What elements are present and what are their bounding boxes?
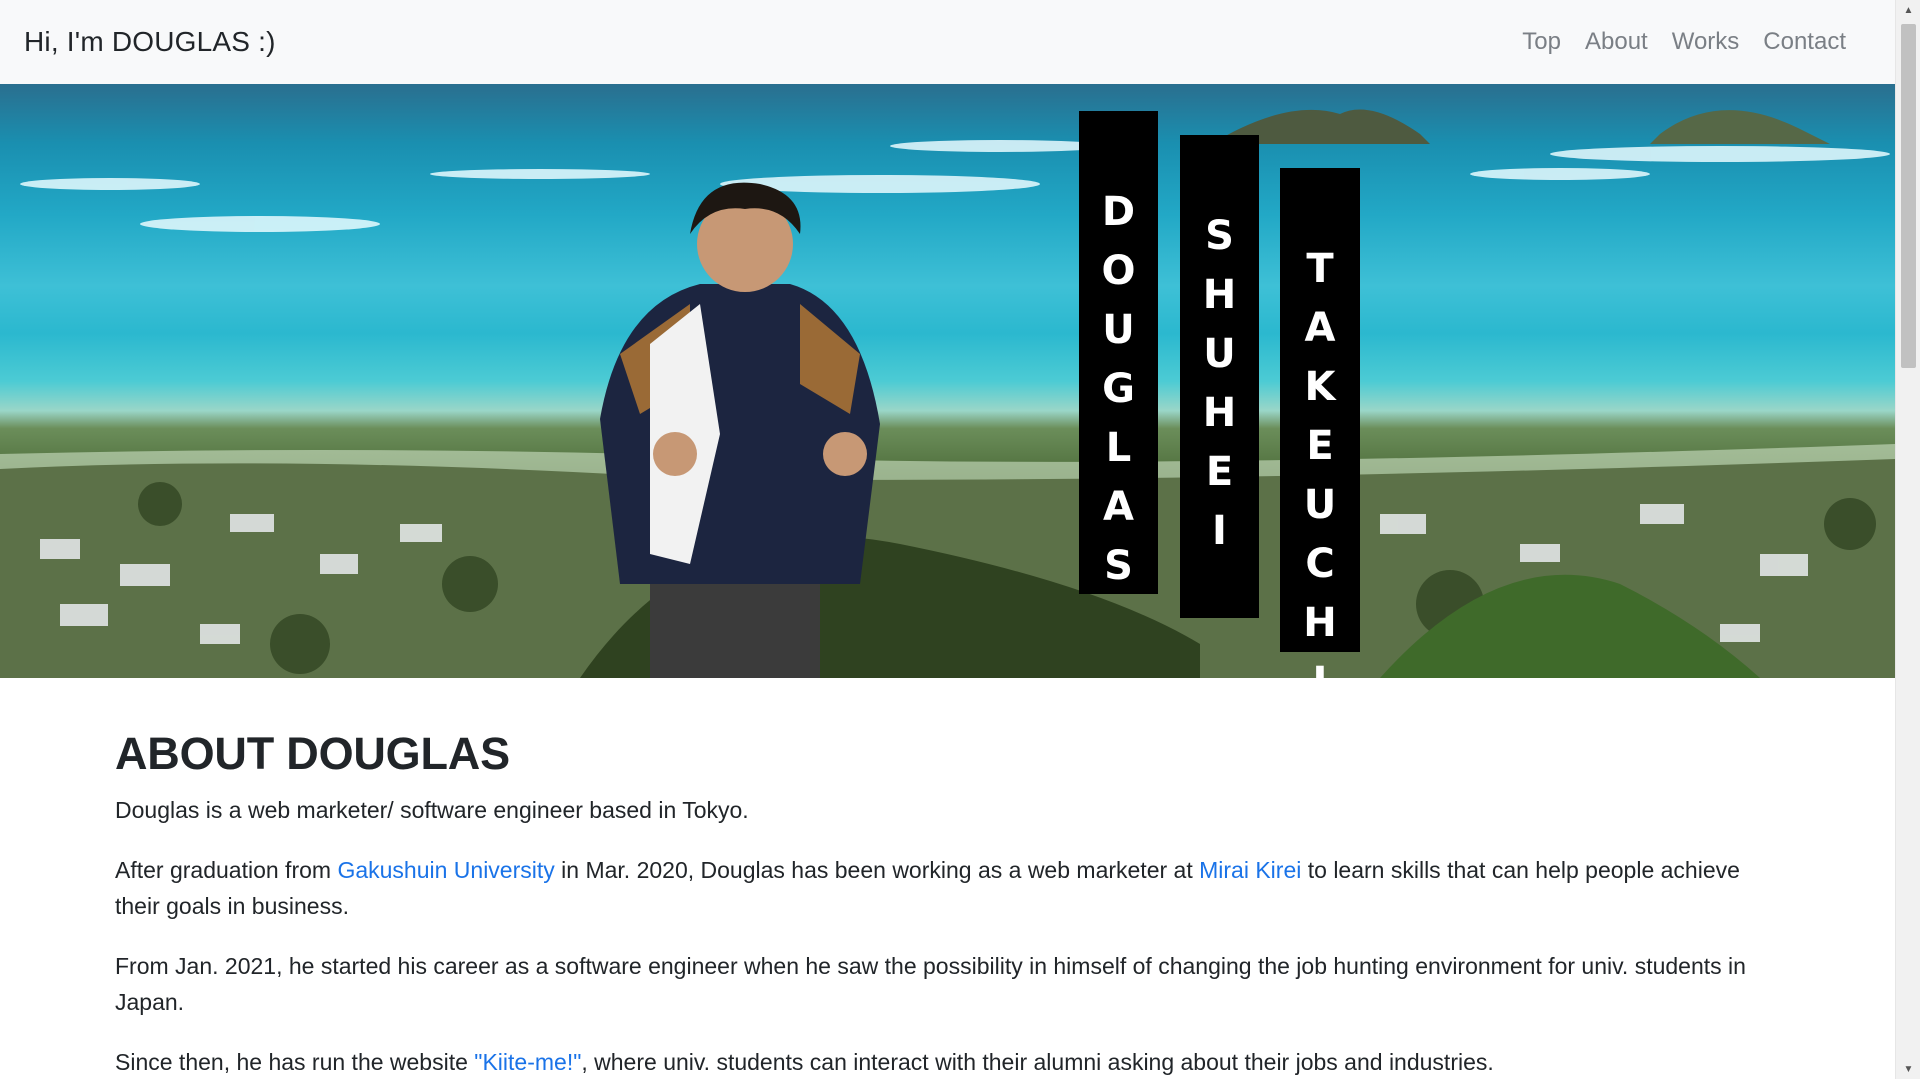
- name-letter: U: [1203, 331, 1236, 377]
- paragraph-text: in Mar. 2020, Douglas has been working a…: [554, 857, 1200, 883]
- paragraph-text: , where univ. students can interact with…: [581, 1049, 1494, 1075]
- name-letter: I: [1212, 508, 1227, 554]
- hero-photo: [0, 109, 1895, 678]
- name-bar-douglas: D O U G L A S: [1079, 111, 1158, 594]
- name-letter: O: [1101, 248, 1136, 294]
- nav-link-contact[interactable]: Contact: [1751, 28, 1858, 56]
- name-letter: H: [1202, 272, 1237, 318]
- name-letter: S: [1205, 213, 1234, 259]
- name-letter: A: [1103, 484, 1134, 530]
- name-letter: L: [1105, 425, 1132, 471]
- name-letter: E: [1205, 449, 1234, 495]
- name-bar-shuhei: S H U H E I: [1180, 135, 1259, 618]
- navbar: Hi, I'm DOUGLAS :) Top About Works Conta…: [0, 0, 1895, 84]
- name-letter: U: [1303, 482, 1337, 528]
- name-letter: S: [1104, 543, 1133, 589]
- nav-link-top[interactable]: Top: [1510, 28, 1573, 56]
- name-letter: U: [1102, 307, 1135, 353]
- about-paragraph-4: Since then, he has run the website "Kiit…: [115, 1044, 1755, 1079]
- scrollbar-thumb[interactable]: [1901, 24, 1916, 368]
- vertical-scrollbar[interactable]: ▲ ▼: [1895, 0, 1920, 1079]
- paragraph-text: After graduation from: [115, 857, 338, 883]
- name-letter: D: [1101, 189, 1136, 235]
- name-letter: H: [1202, 390, 1237, 436]
- gakushuin-university-link[interactable]: Gakushuin University: [337, 857, 554, 883]
- brand-link[interactable]: Hi, I'm DOUGLAS :): [24, 26, 276, 58]
- about-section: ABOUT DOUGLAS Douglas is a web marketer/…: [115, 678, 1755, 1079]
- name-bar-takeuchi: T A K E U C H I: [1280, 168, 1360, 678]
- name-letter: I: [1313, 653, 1328, 678]
- about-paragraph-3: From Jan. 2021, he started his career as…: [115, 953, 1746, 1015]
- scroll-down-icon[interactable]: ▼: [1896, 1059, 1920, 1079]
- name-letter: K: [1304, 364, 1336, 410]
- name-letter: E: [1306, 423, 1334, 469]
- about-paragraph-1: Douglas is a web marketer/ software engi…: [115, 797, 749, 823]
- name-letter: G: [1102, 366, 1135, 412]
- kiite-me-link[interactable]: "Kiite-me!": [474, 1049, 581, 1075]
- hero-banner: D O U G L A S S H U H E I T A K E U C H …: [0, 84, 1895, 678]
- name-letter: T: [1306, 246, 1334, 292]
- about-title: ABOUT DOUGLAS: [115, 728, 510, 779]
- mirai-kirei-link[interactable]: Mirai Kirei: [1199, 857, 1301, 883]
- nav-links: Top About Works Contact: [1510, 28, 1858, 56]
- scroll-up-icon[interactable]: ▲: [1896, 0, 1920, 20]
- name-letter: A: [1304, 305, 1336, 351]
- name-letter: C: [1305, 541, 1335, 587]
- paragraph-text: Since then, he has run the website: [115, 1049, 475, 1075]
- nav-link-about[interactable]: About: [1573, 28, 1660, 56]
- name-letter: H: [1303, 600, 1337, 646]
- about-paragraph-2: After graduation from Gakushuin Universi…: [115, 852, 1755, 924]
- nav-link-works[interactable]: Works: [1660, 28, 1752, 56]
